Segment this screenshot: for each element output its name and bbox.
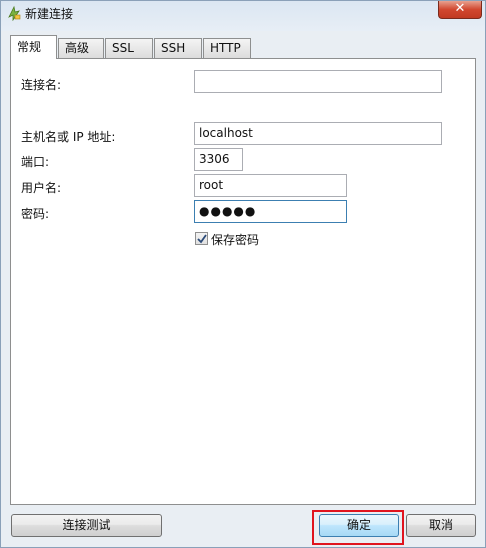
title-bar[interactable]: 新建连接 ✕ [1, 1, 485, 27]
tab-ssh[interactable]: SSH [154, 38, 202, 58]
checkmark-icon [197, 234, 207, 244]
tab-http[interactable]: HTTP [203, 38, 251, 58]
tab-general[interactable]: 常规 [10, 35, 57, 59]
save-password-label: 保存密码 [211, 233, 260, 247]
tab-label: 高级 [65, 41, 90, 55]
username-label: 用户名: [21, 181, 62, 195]
tab-label: SSL [112, 41, 134, 55]
host-input[interactable]: localhost [194, 122, 442, 145]
tab-advanced[interactable]: 高级 [58, 38, 104, 58]
tab-label: SSH [161, 41, 186, 55]
username-input[interactable]: root [194, 174, 347, 197]
window-title: 新建连接 [25, 7, 74, 21]
close-icon: ✕ [454, 1, 466, 16]
connection-name-input[interactable] [194, 70, 442, 93]
save-password-checkbox[interactable] [195, 232, 208, 245]
new-connection-dialog: 新建连接 ✕ 常规 高级 SSL SSH HTTP 连接名: 主机名或 IP 地… [0, 0, 486, 548]
tab-ssl[interactable]: SSL [105, 38, 153, 58]
password-label: 密码: [21, 207, 50, 221]
host-label: 主机名或 IP 地址: [21, 130, 116, 144]
tab-label: HTTP [210, 41, 241, 55]
port-input[interactable]: 3306 [194, 148, 243, 171]
ok-button-highlight [312, 510, 404, 545]
port-label: 端口: [21, 155, 50, 169]
password-input[interactable]: ●●●●● [194, 200, 347, 223]
close-button[interactable]: ✕ [438, 1, 482, 19]
app-icon [8, 5, 21, 21]
test-connection-button[interactable]: 连接测试 [11, 514, 162, 537]
cancel-button[interactable]: 取消 [406, 514, 476, 537]
tab-label: 常规 [17, 40, 42, 54]
connection-name-label: 连接名: [21, 78, 62, 92]
